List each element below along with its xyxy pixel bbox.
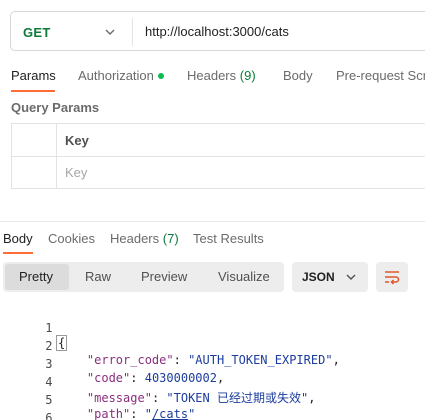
tab-authorization[interactable]: Authorization bbox=[78, 68, 164, 83]
response-type-label: JSON bbox=[302, 270, 335, 284]
table-column-divider bbox=[56, 124, 57, 188]
code-line: 6 } bbox=[0, 397, 52, 420]
tab-headers[interactable]: Headers (9) bbox=[187, 68, 256, 83]
tab-test-results[interactable]: Test Results bbox=[193, 231, 264, 246]
wrap-lines-icon bbox=[385, 271, 400, 285]
pane-divider[interactable] bbox=[0, 221, 425, 222]
code-line: 4 "message": "TOKEN 已经过期或失效", bbox=[0, 361, 315, 405]
chevron-down-icon[interactable] bbox=[103, 25, 117, 39]
query-params-title: Query Params bbox=[11, 100, 100, 115]
method-select[interactable]: GET bbox=[23, 25, 51, 40]
line-number: 1 bbox=[45, 321, 53, 335]
table-row-divider bbox=[12, 156, 425, 157]
line-number: 3 bbox=[45, 357, 53, 371]
format-raw-button[interactable]: Raw bbox=[85, 269, 111, 284]
json-value: "AUTH_TOKEN_EXPIRED" bbox=[188, 353, 333, 367]
tab-headers-label: Headers bbox=[187, 68, 237, 83]
code-line: 1 { bbox=[0, 307, 68, 351]
tab-cookies[interactable]: Cookies bbox=[48, 231, 95, 246]
line-number: 4 bbox=[45, 375, 53, 389]
open-brace: { bbox=[56, 335, 68, 351]
code-line: 3 "code": 4030000002, bbox=[0, 343, 224, 385]
json-key: "message" bbox=[86, 391, 152, 405]
json-value: 4030000002 bbox=[144, 371, 217, 385]
code-line: 2 "error_code": "AUTH_TOKEN_EXPIRED", bbox=[0, 325, 340, 367]
tab-response-body[interactable]: Body bbox=[3, 231, 33, 246]
json-key: "path" bbox=[86, 407, 131, 420]
tab-body[interactable]: Body bbox=[283, 68, 313, 83]
active-tab-indicator bbox=[11, 90, 55, 92]
tab-response-headers[interactable]: Headers (7) bbox=[110, 231, 179, 246]
tab-authorization-label: Authorization bbox=[78, 68, 154, 83]
line-number: 2 bbox=[45, 339, 53, 353]
status-dot-icon bbox=[157, 72, 164, 79]
url-bar: GET http://localhost:3000/cats bbox=[10, 11, 425, 51]
tab-prerequest-script[interactable]: Pre-request Scr bbox=[336, 68, 425, 83]
tab-response-headers-label: Headers bbox=[110, 231, 160, 246]
key-column-header: Key bbox=[65, 133, 89, 148]
line-number: 6 bbox=[45, 411, 53, 420]
active-response-tab-indicator bbox=[3, 252, 33, 254]
code-line: 5 "path": "/cats" bbox=[0, 379, 195, 420]
response-headers-count: (7) bbox=[162, 231, 179, 246]
url-input[interactable]: http://localhost:3000/cats bbox=[145, 24, 289, 39]
json-value: "TOKEN 已经过期或失效" bbox=[166, 391, 309, 405]
format-pretty-button[interactable]: Pretty bbox=[19, 269, 53, 284]
tab-params[interactable]: Params bbox=[11, 68, 56, 83]
json-value-quote: " bbox=[188, 407, 196, 420]
path-link[interactable]: /cats bbox=[152, 407, 188, 420]
json-key: "code" bbox=[86, 371, 131, 385]
format-visualize-button[interactable]: Visualize bbox=[218, 269, 270, 284]
headers-count: (9) bbox=[239, 68, 256, 83]
url-divider bbox=[132, 18, 133, 46]
format-preview-button[interactable]: Preview bbox=[141, 269, 187, 284]
key-input[interactable]: Key bbox=[65, 165, 87, 180]
line-number: 5 bbox=[45, 393, 53, 407]
json-key: "error_code" bbox=[86, 353, 174, 367]
chevron-down-icon bbox=[346, 274, 356, 280]
json-value-quote: " bbox=[144, 407, 152, 420]
